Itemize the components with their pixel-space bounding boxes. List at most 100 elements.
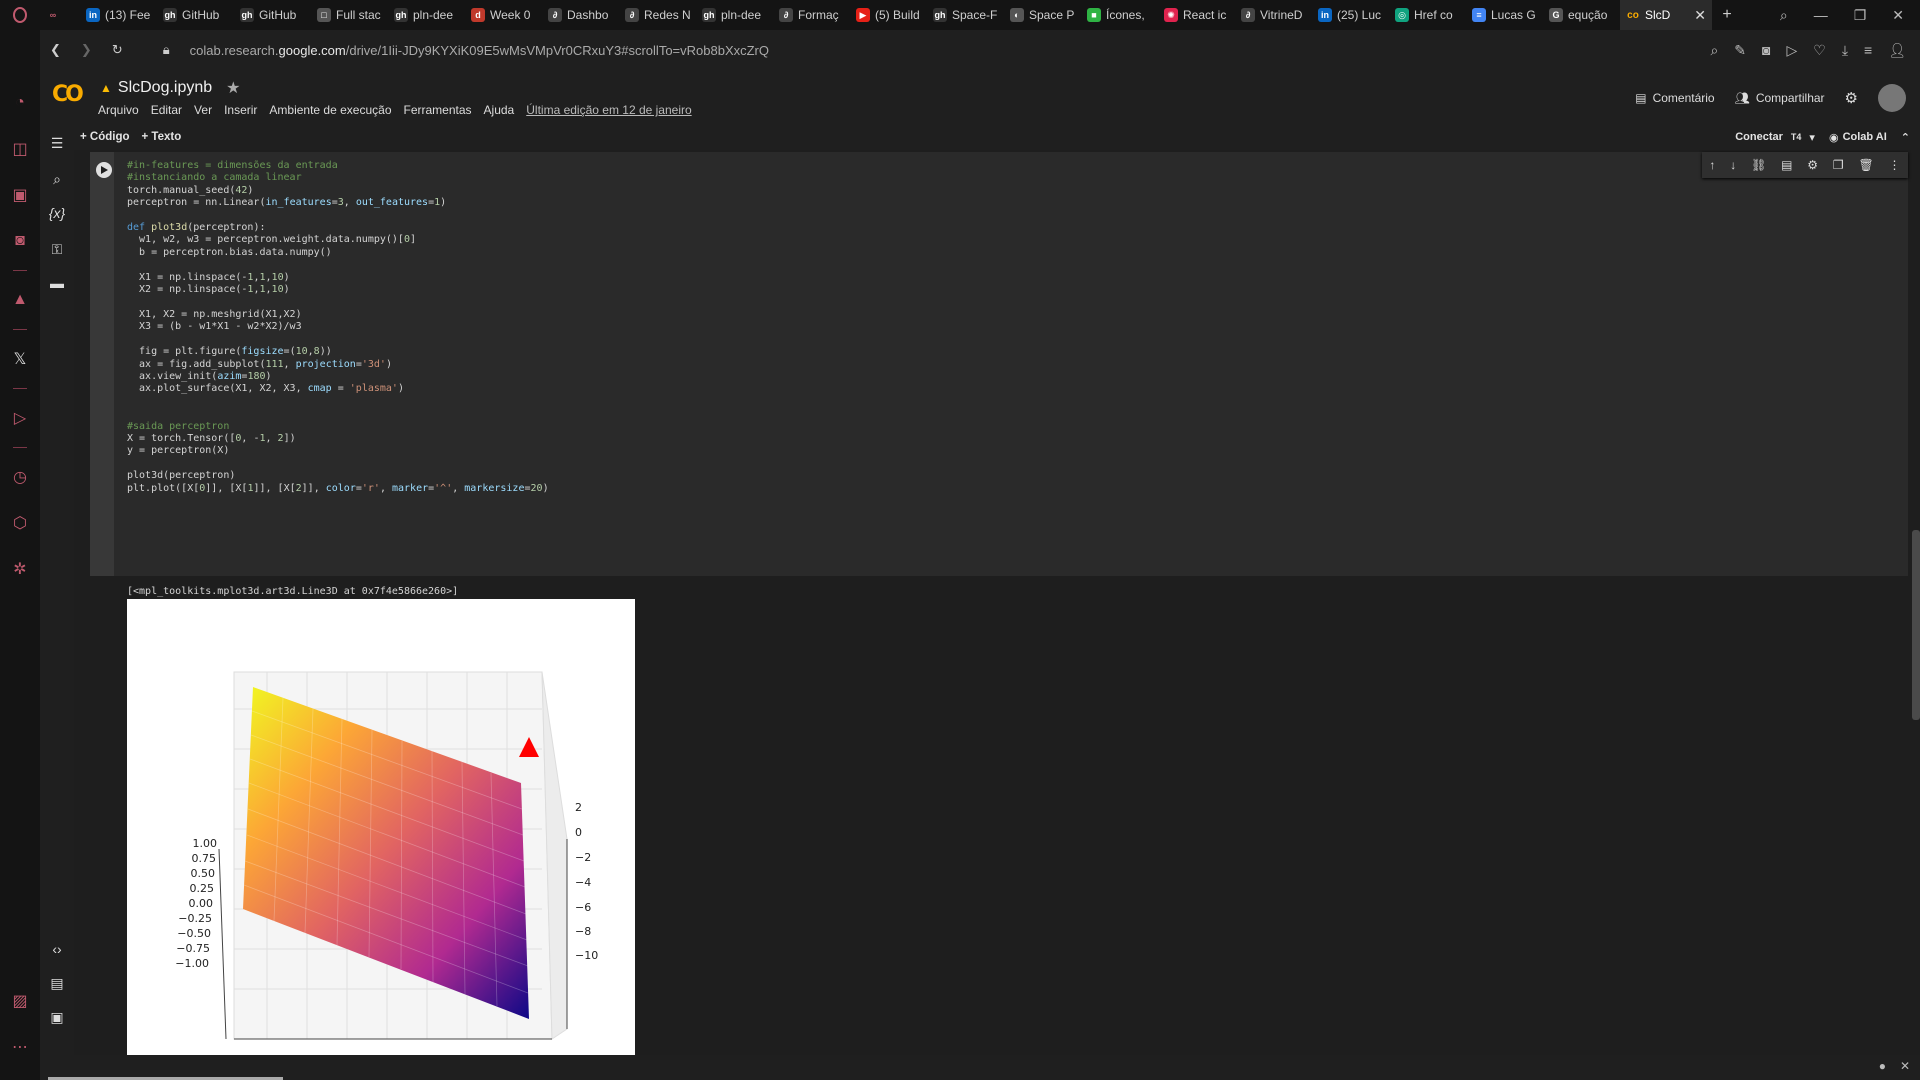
close-window-icon[interactable]: ✕ <box>1892 7 1904 24</box>
browser-tab[interactable]: ◐ Space P <box>1004 0 1081 30</box>
twitch-icon[interactable]: ▣ <box>0 172 40 218</box>
download-icon[interactable]: ⤓ <box>1842 42 1848 59</box>
notebook-scrollbar[interactable] <box>1912 530 1920 720</box>
settings-icon[interactable]: ✲ <box>0 546 40 592</box>
browser-tab[interactable]: ▶ (5) Build <box>850 0 927 30</box>
browser-tab[interactable]: ∂ VitrineD <box>1235 0 1312 30</box>
easy-setup-icon[interactable]: ≡ <box>1864 42 1872 59</box>
menu-ferramentas[interactable]: Ferramentas <box>404 103 472 117</box>
star-icon[interactable]: ★ <box>226 78 240 98</box>
mirror-cell-icon[interactable]: ❐ <box>1833 158 1844 172</box>
settings-gear-icon[interactable]: ⚙ <box>1845 89 1858 107</box>
video-icon[interactable]: ▷ <box>0 395 40 441</box>
comment-button[interactable]: ▤ Comentário <box>1635 91 1714 105</box>
url-field[interactable]: colab.research.google.com/drive/1Iii-JDy… <box>190 43 769 58</box>
code-snippets-icon[interactable]: ‹› <box>40 934 74 964</box>
browser-tab[interactable]: in (13) Fee <box>80 0 157 30</box>
heart-icon[interactable]: ♡ <box>1813 42 1826 59</box>
send-icon[interactable]: ▷ <box>1787 42 1798 59</box>
profile-icon[interactable]: 👤︎ <box>1888 42 1906 59</box>
browser-tab[interactable]: ∂ Dashbo <box>542 0 619 30</box>
extensions-icon[interactable]: ⬡ <box>0 500 40 546</box>
reload-icon[interactable]: ↻ <box>112 42 123 58</box>
search-icon[interactable]: ⌕ <box>40 164 74 194</box>
browser-tab[interactable]: Gequção <box>1543 0 1620 30</box>
browser-tab[interactable]: gh pln-dee <box>696 0 773 30</box>
browser-tab[interactable]: □ Full stac <box>311 0 388 30</box>
search-icon[interactable]: ⌕ <box>1780 7 1788 24</box>
command-palette-icon[interactable]: ▤ <box>40 968 74 998</box>
menu-arquivo[interactable]: Arquivo <box>98 103 139 117</box>
browser-tab[interactable]: ∂ Formaç <box>773 0 850 30</box>
comment-icon[interactable]: ▤ <box>1781 158 1792 172</box>
back-icon[interactable]: ❮ <box>50 42 61 58</box>
terminal-icon[interactable]: ▣ <box>40 1002 74 1032</box>
browser-tab[interactable]: gh GitHub <box>157 0 234 30</box>
new-tab-button[interactable]: + <box>1712 0 1742 30</box>
menu-ver[interactable]: Ver <box>194 103 212 117</box>
x-twitter-icon[interactable]: 𝕏 <box>0 336 40 382</box>
browser-tab[interactable]: ◎ Href co <box>1389 0 1466 30</box>
browser-tab[interactable]: d Week 0 <box>465 0 542 30</box>
menu-inserir[interactable]: Inserir <box>224 103 257 117</box>
code-editor[interactable]: #in-features = dimensões da entrada #ins… <box>127 160 549 495</box>
y-tick-label: 0.75 <box>192 852 217 865</box>
restore-icon[interactable]: ❐ <box>1854 7 1867 24</box>
browser-tab[interactable]: gh pln-dee <box>388 0 465 30</box>
y-tick-label: 0.25 <box>190 882 215 895</box>
more-icon[interactable]: ⋯ <box>0 1024 40 1070</box>
notebook-title[interactable]: SlcDog.ipynb <box>118 79 212 97</box>
edit-icon[interactable]: ✎ <box>1734 42 1746 59</box>
chevron-down-icon[interactable]: ▾ <box>1809 131 1815 144</box>
menu-editar[interactable]: Editar <box>151 103 182 117</box>
colab-ai-button[interactable]: ◉ Colab AI <box>1829 131 1887 144</box>
chevron-up-icon[interactable]: ⌃ <box>1901 131 1910 144</box>
toc-icon[interactable]: ☰ <box>40 128 74 158</box>
delete-icon[interactable]: 🗑︎ <box>1858 158 1873 172</box>
tab-gx-icon[interactable]: ∞ <box>40 0 80 30</box>
y-tick-labels: 1.00 0.75 0.50 0.25 0.00 −0.25 −0.50 −0.… <box>175 837 217 970</box>
add-code-button[interactable]: + Código <box>74 131 136 143</box>
gallery-icon[interactable]: ▨ <box>0 978 40 1024</box>
minimize-icon[interactable]: — <box>1814 7 1828 23</box>
share-button[interactable]: 👥︎ Compartilhar <box>1735 91 1825 105</box>
browser-tab[interactable]: ■ Ícones, <box>1081 0 1158 30</box>
player-icon[interactable]: ◙ <box>0 218 40 264</box>
z-tick-label: −2 <box>575 851 591 864</box>
run-cell-button[interactable] <box>96 162 112 178</box>
colab-logo-icon[interactable]: CO <box>52 82 84 107</box>
close-icon[interactable]: ✕ <box>1900 1059 1910 1073</box>
speed-dial-icon[interactable]: ◔ <box>0 80 40 126</box>
tab-active-colab[interactable]: co SlcD ✕ <box>1620 0 1712 30</box>
move-up-icon[interactable]: ↑ <box>1709 158 1715 172</box>
secrets-key-icon[interactable]: ⚿ <box>40 234 74 264</box>
zoom-icon[interactable]: ⌕ <box>1710 42 1718 59</box>
add-text-button[interactable]: + Texto <box>136 131 188 143</box>
folder-icon[interactable]: ▬ <box>40 268 74 298</box>
opera-logo-icon[interactable] <box>0 0 40 30</box>
browser-tab[interactable]: gh Space-F <box>927 0 1004 30</box>
more-vert-icon[interactable]: ⋮ <box>1889 158 1901 172</box>
browser-tab[interactable]: ∂ Redes N <box>619 0 696 30</box>
avatar[interactable] <box>1878 84 1906 112</box>
gear-icon[interactable]: ⚙ <box>1807 158 1818 172</box>
forward-icon[interactable]: ❯ <box>81 42 92 58</box>
tab-favicon-icon: ∂ <box>1241 8 1255 22</box>
close-icon[interactable]: ✕ <box>1694 7 1706 24</box>
menu-ajuda[interactable]: Ajuda <box>484 103 515 117</box>
browser-tab[interactable]: ≡ Lucas G <box>1466 0 1543 30</box>
camera-icon[interactable]: ◙ <box>1762 42 1770 59</box>
move-down-icon[interactable]: ↓ <box>1730 158 1736 172</box>
last-edit-link[interactable]: Última edição em 12 de janeiro <box>526 103 691 117</box>
browser-tab[interactable]: ✺ React ic <box>1158 0 1235 30</box>
aria-icon[interactable]: ▲ <box>0 277 40 323</box>
browser-tab[interactable]: in (25) Luc <box>1312 0 1389 30</box>
browser-tab[interactable]: gh GitHub <box>234 0 311 30</box>
menu-ambiente[interactable]: Ambiente de execução <box>269 103 391 117</box>
history-icon[interactable]: ◷ <box>0 454 40 500</box>
link-icon[interactable]: ⛓ <box>1751 158 1766 172</box>
tab-favicon-icon: ◐ <box>1010 8 1024 22</box>
connect-button[interactable]: Conectar T4 ▾ <box>1735 131 1815 144</box>
variables-icon[interactable]: {x} <box>40 198 74 228</box>
shopping-icon[interactable]: ◫ <box>0 126 40 172</box>
